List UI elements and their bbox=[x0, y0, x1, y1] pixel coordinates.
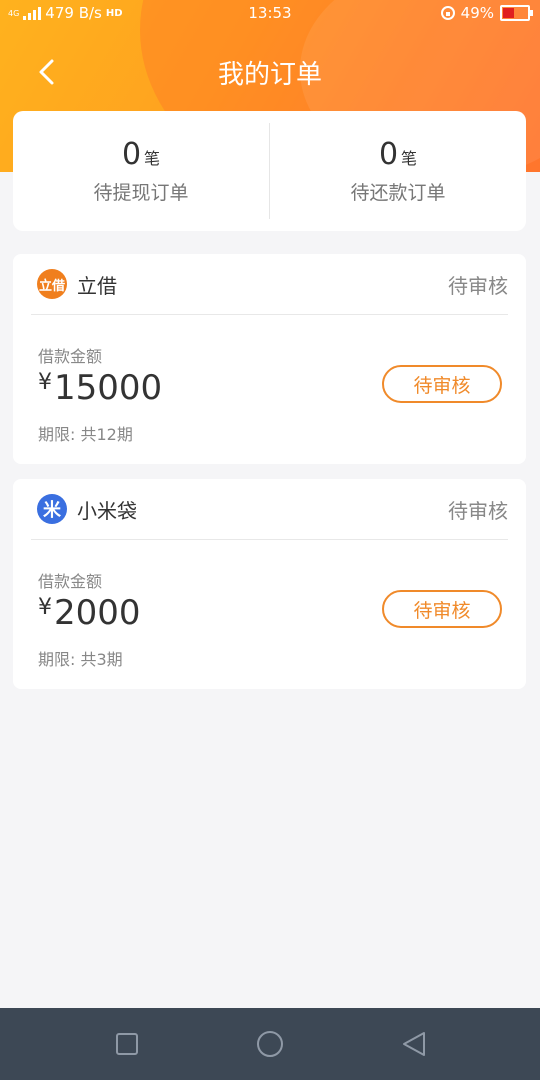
loan-amount-label: 借款金额 bbox=[38, 347, 103, 366]
order-card[interactable]: 米 小米袋 待审核 借款金额 ¥2000 期限: 共3期 待审核 bbox=[13, 479, 526, 689]
count-unit: 笔 bbox=[144, 149, 161, 168]
brand-name: 小米袋 bbox=[77, 498, 137, 523]
order-summary-card: 0笔 待提现订单 0笔 待还款订单 bbox=[13, 111, 526, 231]
brand-name: 立借 bbox=[77, 273, 117, 298]
pending-withdraw-summary[interactable]: 0笔 待提现订单 bbox=[13, 111, 269, 231]
loan-amount-value: 15000 bbox=[54, 368, 163, 408]
order-card[interactable]: 立借 立借 待审核 借款金额 ¥15000 期限: 共12期 待审核 bbox=[13, 254, 526, 464]
page-title: 我的订单 bbox=[217, 60, 322, 90]
lijie-logo-icon: 立借 bbox=[37, 269, 67, 299]
battery-fill bbox=[503, 8, 515, 18]
recent-apps-button[interactable] bbox=[113, 1030, 141, 1058]
pending-review-button[interactable]: 待审核 bbox=[382, 590, 502, 628]
home-button[interactable] bbox=[256, 1030, 284, 1058]
order-status: 待审核 bbox=[448, 273, 508, 298]
loan-amount-value: 2000 bbox=[54, 593, 141, 633]
pending-withdraw-count: 0 bbox=[121, 137, 142, 172]
system-back-button[interactable] bbox=[400, 1030, 428, 1058]
order-status: 待审核 bbox=[448, 498, 508, 523]
loan-amount: ¥2000 bbox=[38, 593, 141, 633]
battery-icon bbox=[500, 5, 533, 21]
pending-review-button[interactable]: 待审核 bbox=[382, 365, 502, 403]
currency-symbol: ¥ bbox=[38, 370, 52, 395]
loan-amount-label: 借款金额 bbox=[38, 572, 103, 591]
loan-term: 期限: 共12期 bbox=[38, 425, 133, 444]
loan-amount: ¥15000 bbox=[38, 368, 162, 408]
order-header: 立借 立借 待审核 bbox=[31, 254, 508, 315]
pending-repay-label: 待还款订单 bbox=[350, 182, 446, 204]
loan-term: 期限: 共3期 bbox=[38, 650, 123, 669]
pending-withdraw-label: 待提现订单 bbox=[93, 182, 189, 204]
count-unit: 笔 bbox=[401, 149, 418, 168]
xiaomidai-logo-icon: 米 bbox=[37, 494, 67, 524]
system-navigation-bar bbox=[0, 1008, 540, 1080]
currency-symbol: ¥ bbox=[38, 595, 52, 620]
status-bar: 4G 479 B/s HD 13:53 49% bbox=[0, 0, 540, 28]
square-icon bbox=[116, 1033, 138, 1055]
triangle-left-icon bbox=[403, 1032, 425, 1056]
battery-percent: 49% bbox=[460, 4, 494, 22]
pending-repay-summary[interactable]: 0笔 待还款订单 bbox=[270, 111, 526, 231]
navigation-bar: 我的订单 bbox=[0, 42, 540, 102]
pending-repay-count: 0 bbox=[378, 137, 399, 172]
order-header: 米 小米袋 待审核 bbox=[31, 479, 508, 540]
rotation-lock-icon bbox=[440, 6, 455, 20]
circle-icon bbox=[257, 1031, 283, 1057]
